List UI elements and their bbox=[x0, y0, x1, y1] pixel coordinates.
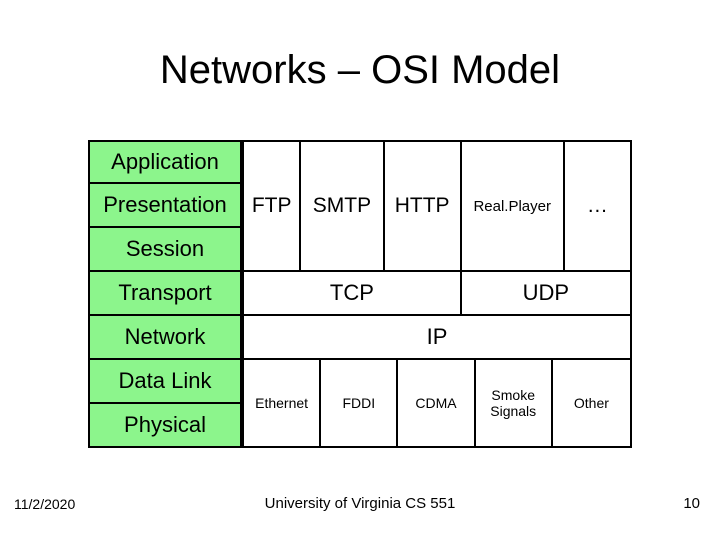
protocol-ethernet: Ethernet bbox=[244, 360, 321, 446]
protocol-other: Other bbox=[553, 360, 630, 446]
layer-physical: Physical bbox=[88, 404, 242, 448]
slide-title: Networks – OSI Model bbox=[0, 48, 720, 93]
protocol-tcp: TCP bbox=[244, 272, 462, 314]
layer-presentation: Presentation bbox=[88, 184, 242, 228]
layer-network: Network bbox=[88, 316, 242, 360]
layer-application: Application bbox=[88, 140, 242, 184]
footer-page-number: 10 bbox=[683, 495, 700, 512]
protocol-realplayer: Real.Player bbox=[462, 142, 565, 270]
layer-datalink: Data Link bbox=[88, 360, 242, 404]
protocol-ftp: FTP bbox=[244, 142, 301, 270]
protocol-smtp: SMTP bbox=[301, 142, 384, 270]
protocol-ellipsis: … bbox=[565, 142, 630, 270]
layer-transport: Transport bbox=[88, 272, 242, 316]
protocol-smoke-signals: SmokeSignals bbox=[476, 360, 553, 446]
protocol-cdma: CDMA bbox=[398, 360, 475, 446]
network-protocol-block: IP bbox=[242, 314, 632, 360]
protocol-fddi: FDDI bbox=[321, 360, 398, 446]
layer-session: Session bbox=[88, 228, 242, 272]
footer-source: University of Virginia CS 551 bbox=[0, 495, 720, 512]
link-protocols-block: Ethernet FDDI CDMA SmokeSignals Other bbox=[242, 358, 632, 448]
protocol-udp: UDP bbox=[462, 272, 630, 314]
osi-layer-column: Application Presentation Session Transpo… bbox=[88, 140, 242, 448]
protocol-http: HTTP bbox=[385, 142, 462, 270]
application-protocols-block: FTP SMTP HTTP Real.Player … bbox=[242, 140, 632, 272]
transport-protocols-block: TCP UDP bbox=[242, 270, 632, 316]
